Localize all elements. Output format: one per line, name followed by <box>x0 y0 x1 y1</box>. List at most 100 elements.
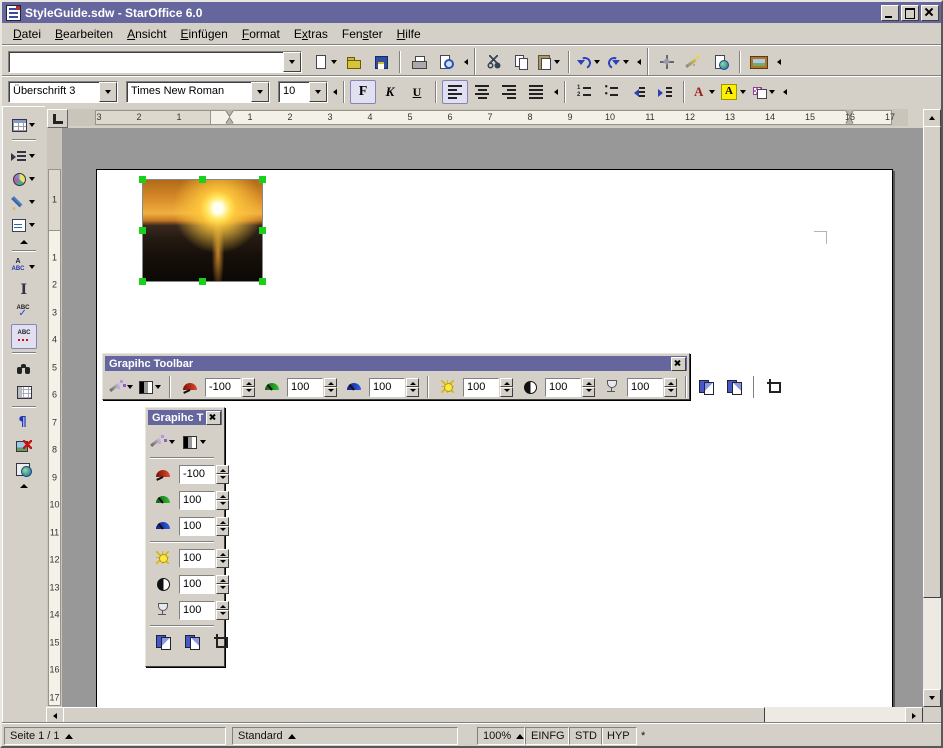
dropdown-arrow-icon[interactable] <box>27 216 37 234</box>
scroll-right-button[interactable] <box>905 707 923 724</box>
page-preview-button[interactable] <box>433 50 459 74</box>
save-button[interactable] <box>368 50 394 74</box>
contrast-button[interactable] <box>150 572 176 596</box>
spin-down-button[interactable] <box>324 387 337 397</box>
align-left-button[interactable] <box>442 80 468 104</box>
font-size-value[interactable]: 10 <box>279 82 309 102</box>
paragraph-style-value[interactable]: Überschrift 3 <box>9 82 99 102</box>
selection-handle[interactable] <box>139 227 146 234</box>
red-value[interactable]: -100 <box>205 378 241 397</box>
selection-handle[interactable] <box>199 176 206 183</box>
gauge-blue-button[interactable] <box>341 375 367 399</box>
gauge-red-button[interactable] <box>150 462 176 486</box>
flip-vertical-button[interactable] <box>179 630 205 654</box>
decrease-indent-button[interactable] <box>625 80 651 104</box>
sun-button[interactable] <box>435 375 461 399</box>
selection-handle[interactable] <box>139 278 146 285</box>
selected-image[interactable] <box>142 179 263 282</box>
selection-handle[interactable] <box>259 176 266 183</box>
blue-value[interactable]: 100 <box>179 517 215 536</box>
flip-horizontal-button[interactable] <box>150 630 176 654</box>
spin-down-button[interactable] <box>216 558 229 568</box>
direct-cursor-button[interactable] <box>11 278 37 301</box>
contrast-value[interactable]: 100 <box>179 575 215 594</box>
sun-button[interactable] <box>150 546 176 570</box>
dropdown-arrow-icon[interactable] <box>592 53 602 71</box>
selection-handle[interactable] <box>259 278 266 285</box>
graphics-mode-button[interactable] <box>137 375 163 399</box>
spin-up-button[interactable] <box>216 517 229 527</box>
bullet-list-button[interactable] <box>598 80 624 104</box>
paragraph-style-dropdown[interactable] <box>99 82 117 102</box>
online-layout-button[interactable] <box>11 457 37 480</box>
vertical-scrollbar[interactable] <box>923 109 941 707</box>
insert-object-button[interactable] <box>10 167 38 190</box>
selection-handle[interactable] <box>139 176 146 183</box>
scroll-down-button[interactable] <box>923 689 941 707</box>
copy-button[interactable] <box>508 50 534 74</box>
paste-button[interactable] <box>535 50 563 74</box>
font-name-combo[interactable]: Times New Roman <box>126 81 270 103</box>
undo-button[interactable] <box>575 50 603 74</box>
dropdown-arrow-icon[interactable] <box>126 378 134 396</box>
zoom-field[interactable]: 100% <box>477 727 525 745</box>
contrast-spinner[interactable]: 100 <box>179 575 229 594</box>
spin-down-button[interactable] <box>242 387 255 397</box>
brightness-value[interactable]: 100 <box>179 549 215 568</box>
gamma-spinner[interactable]: 100 <box>179 601 229 620</box>
blue-spinner[interactable]: 100 <box>179 517 229 536</box>
spin-up-button[interactable] <box>500 378 513 388</box>
font-name-value[interactable]: Times New Roman <box>127 82 251 102</box>
gamma-button[interactable] <box>599 375 625 399</box>
maximize-button[interactable] <box>901 5 919 21</box>
paragraph-background-button[interactable] <box>750 80 778 104</box>
dropdown-arrow-icon[interactable] <box>707 83 717 101</box>
gauge-green-button[interactable] <box>259 375 285 399</box>
dropdown-arrow-icon[interactable] <box>198 433 208 451</box>
spin-up-button[interactable] <box>582 378 595 388</box>
more-buttons-icon[interactable] <box>550 82 559 102</box>
minimize-button[interactable] <box>881 5 899 21</box>
scroll-up-button[interactable] <box>923 109 941 127</box>
spin-down-button[interactable] <box>664 387 677 397</box>
dropdown-arrow-icon[interactable] <box>738 83 748 101</box>
vertical-scroll-thumb[interactable] <box>923 126 941 598</box>
gauge-green-button[interactable] <box>150 488 176 512</box>
font-size-dropdown[interactable] <box>309 82 327 102</box>
gallery-button[interactable] <box>746 50 772 74</box>
close-icon[interactable] <box>206 411 221 425</box>
redo-button[interactable] <box>604 50 632 74</box>
draw-functions-button[interactable] <box>10 190 38 213</box>
selection-mode-field[interactable]: STD <box>569 727 603 745</box>
contrast-value[interactable]: 100 <box>545 378 581 397</box>
align-justify-button[interactable] <box>523 80 549 104</box>
font-size-combo[interactable]: 10 <box>278 81 328 103</box>
spin-up-button[interactable] <box>242 378 255 388</box>
brightness-value[interactable]: 100 <box>463 378 499 397</box>
page-number-field[interactable]: Seite 1 / 1 <box>4 727 226 745</box>
green-spinner[interactable]: 100 <box>179 491 229 510</box>
spin-up-button[interactable] <box>664 378 677 388</box>
menu-item-ansicht[interactable]: Ansicht <box>120 25 173 43</box>
menu-item-einfgen[interactable]: Einfügen <box>173 25 234 43</box>
form-functions-button[interactable] <box>10 213 38 236</box>
dropdown-arrow-icon[interactable] <box>767 83 777 101</box>
horizontal-scrollbar[interactable] <box>46 707 923 724</box>
gamma-value[interactable]: 100 <box>179 601 215 620</box>
spin-down-button[interactable] <box>582 387 595 397</box>
spin-up-button[interactable] <box>216 601 229 611</box>
selection-handle[interactable] <box>199 278 206 285</box>
close-icon[interactable] <box>671 357 686 371</box>
crop-button[interactable] <box>761 375 787 399</box>
dropdown-arrow-icon[interactable] <box>167 433 177 451</box>
menu-item-datei[interactable]: Datei <box>6 25 48 43</box>
contrast-button[interactable] <box>517 375 543 399</box>
underline-button[interactable]: U <box>404 80 430 104</box>
stylist-button[interactable] <box>681 50 707 74</box>
autotext-button[interactable] <box>10 255 38 278</box>
right-margin-marker[interactable] <box>846 110 855 124</box>
spin-up-button[interactable] <box>324 378 337 388</box>
find-replace-button[interactable] <box>11 357 37 380</box>
hyperlink-button[interactable] <box>708 50 734 74</box>
tab-type-selector[interactable] <box>47 109 68 128</box>
